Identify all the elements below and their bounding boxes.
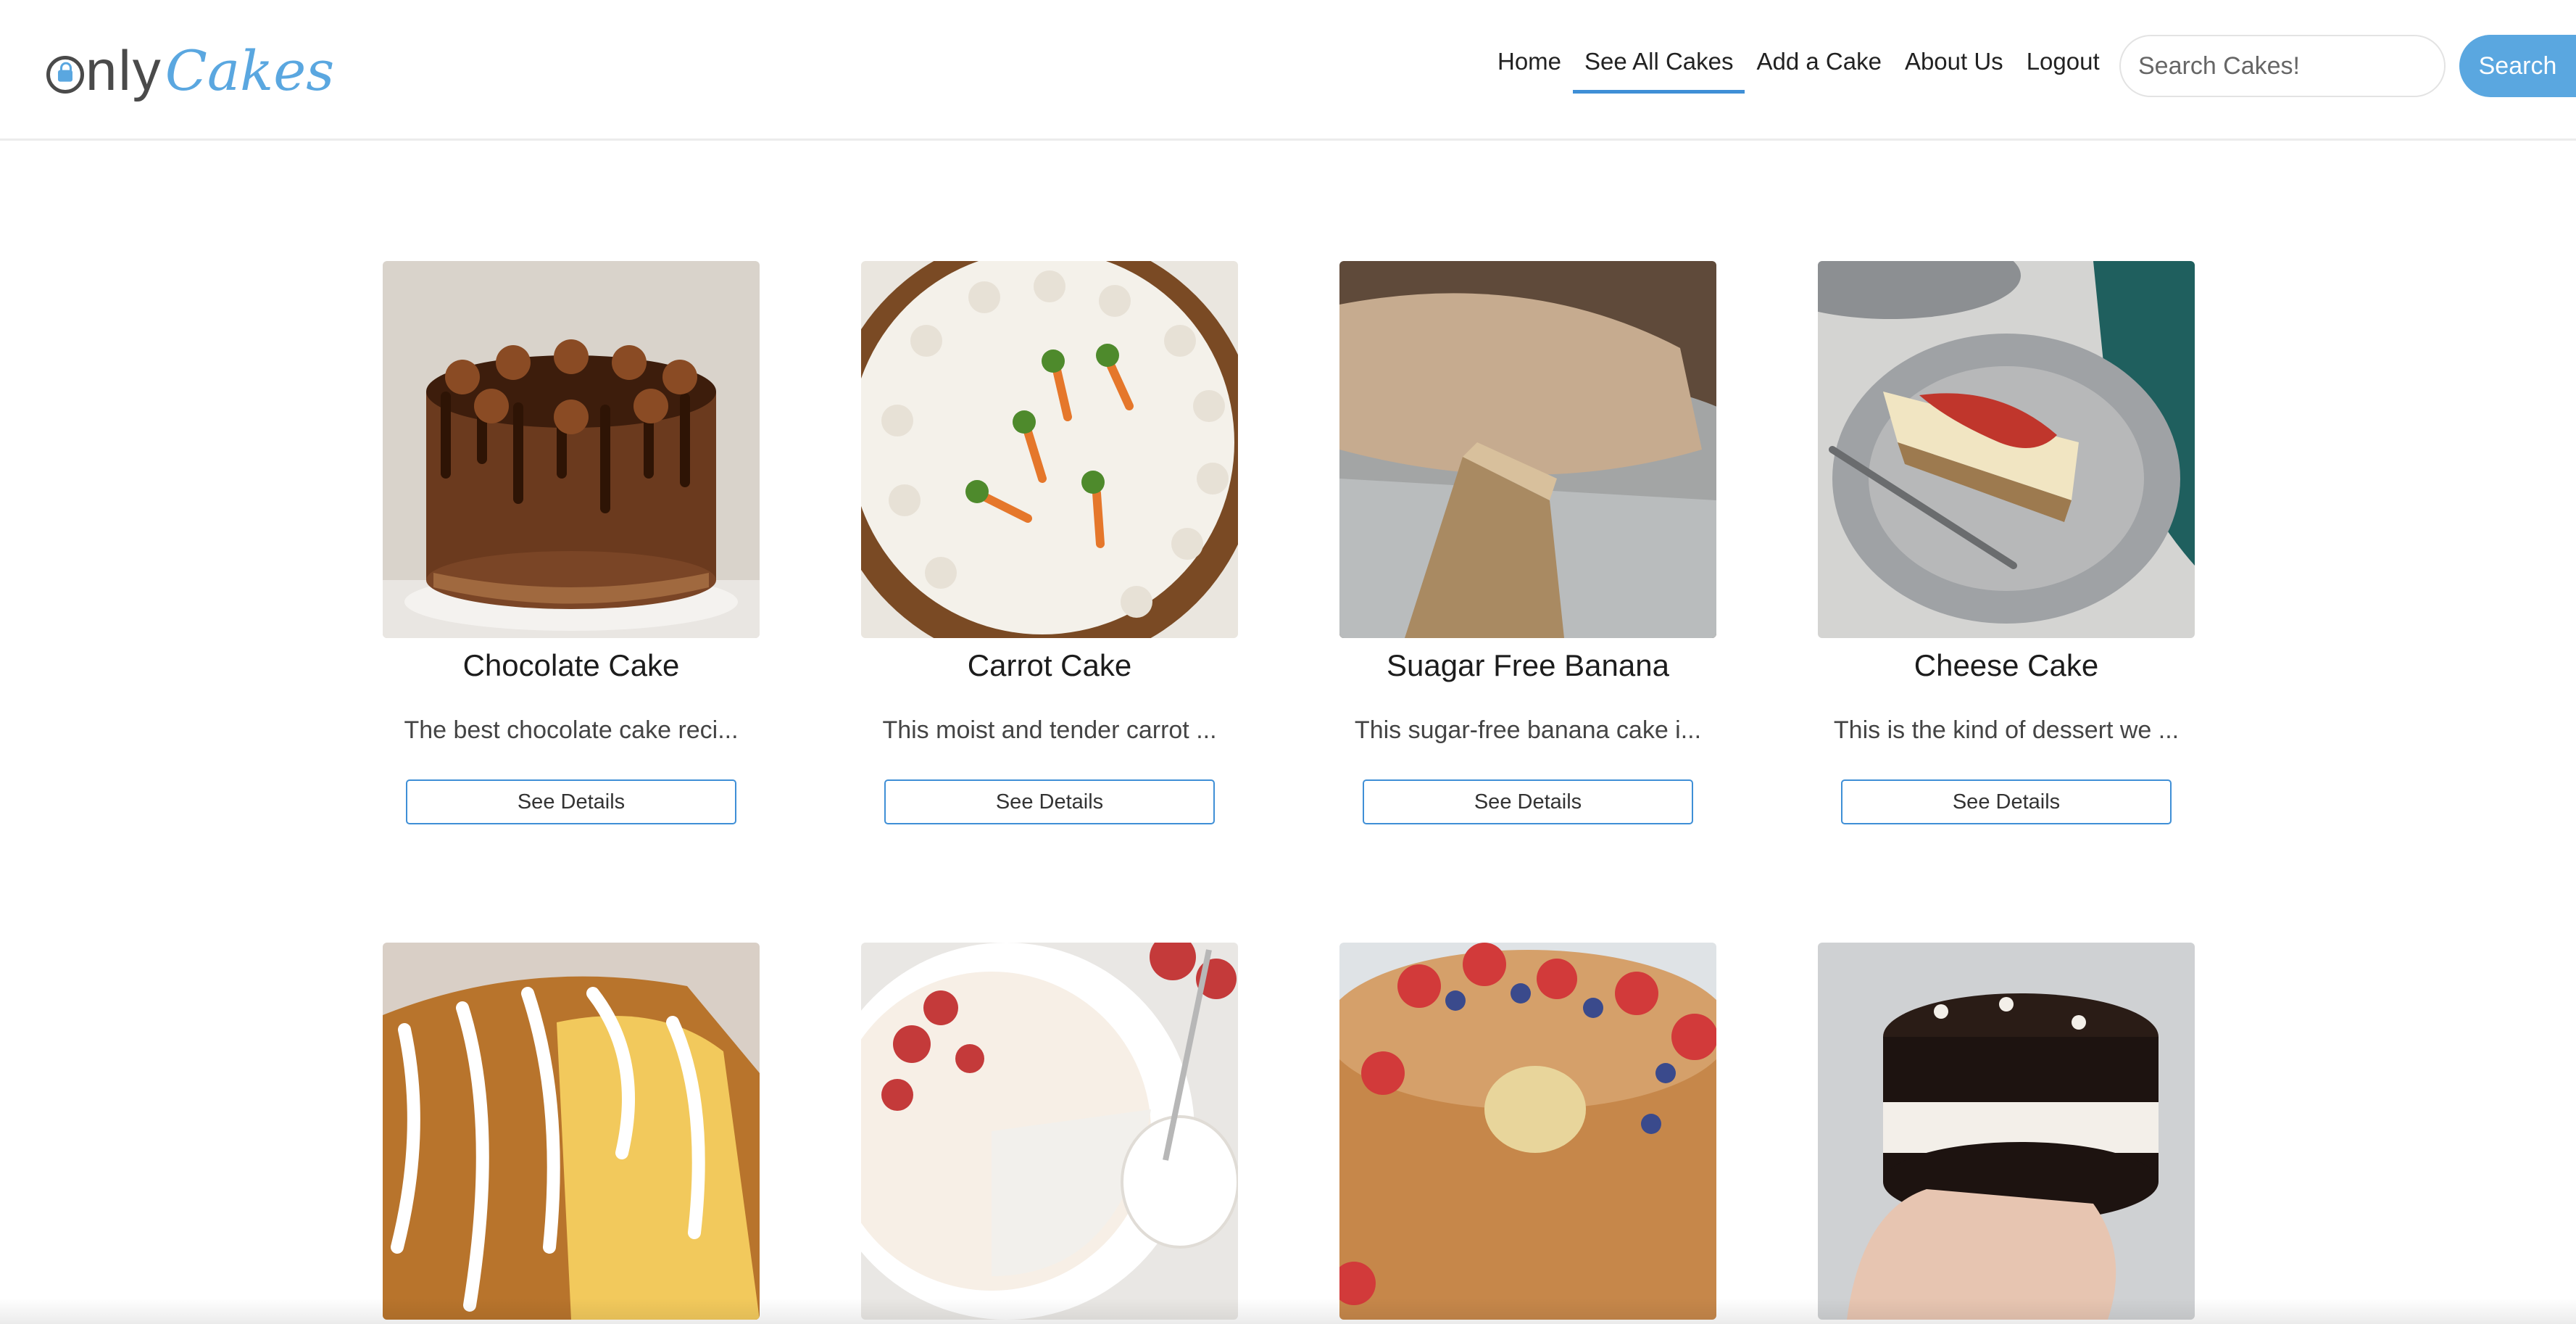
nav-links: Home See All Cakes Add a Cake About Us L…: [1486, 44, 2111, 94]
cake-description: The best chocolate cake reci...: [404, 716, 739, 744]
see-details-button[interactable]: See Details: [1841, 779, 2172, 824]
cake-title: Chocolate Cake: [462, 648, 680, 682]
cake-description: This moist and tender carrot ...: [882, 716, 1217, 744]
cake-card: [861, 943, 1238, 1320]
onlycakes-logo[interactable]: nly Cakes: [46, 38, 334, 103]
bottom-scroll-shadow: [0, 1298, 2576, 1324]
cake-title: Carrot Cake: [967, 648, 1132, 682]
nav-see-all-cakes[interactable]: See All Cakes: [1573, 44, 1745, 94]
cake-card: Suagar Free Banana This sugar-free banan…: [1339, 261, 1716, 824]
cake-image-strawberry-cream[interactable]: [861, 943, 1238, 1320]
cake-image-cheese[interactable]: [1818, 261, 2195, 638]
search-input[interactable]: [2119, 35, 2446, 97]
nav-home[interactable]: Home: [1486, 44, 1573, 94]
lock-o-icon: [46, 56, 84, 94]
cake-description: This is the kind of dessert we ...: [1833, 716, 2180, 744]
cake-description: This sugar-free banana cake i...: [1354, 716, 1702, 744]
see-details-button[interactable]: See Details: [1363, 779, 1693, 824]
cake-card: [383, 943, 760, 1320]
cake-image-carrot[interactable]: [861, 261, 1238, 638]
cake-image-oreo[interactable]: [1818, 943, 2195, 1320]
cake-image-pound[interactable]: [383, 943, 760, 1320]
logo-text-cakes: Cakes: [165, 38, 335, 103]
cake-card: Cheese Cake This is the kind of dessert …: [1818, 261, 2195, 824]
see-details-button[interactable]: See Details: [884, 779, 1215, 824]
navbar: nly Cakes Home See All Cakes Add a Cake …: [0, 0, 2576, 141]
cake-image-banana[interactable]: [1339, 261, 1716, 638]
cake-title: Suagar Free Banana: [1387, 648, 1669, 682]
cake-image-angel-food[interactable]: [1339, 943, 1716, 1320]
cake-card: Carrot Cake This moist and tender carrot…: [861, 261, 1238, 824]
nav-about-us[interactable]: About Us: [1893, 44, 2015, 94]
search-button[interactable]: Search: [2459, 35, 2576, 97]
see-details-button[interactable]: See Details: [406, 779, 736, 824]
nav-add-a-cake[interactable]: Add a Cake: [1745, 44, 1892, 94]
nav-logout[interactable]: Logout: [2015, 44, 2111, 94]
cake-image-chocolate[interactable]: [383, 261, 760, 638]
cake-card: Chocolate Cake The best chocolate cake r…: [383, 261, 760, 824]
logo-text-only: nly: [86, 38, 162, 102]
cake-card: [1339, 943, 1716, 1320]
cake-title: Cheese Cake: [1914, 648, 2099, 682]
cake-card: [1818, 943, 2195, 1320]
